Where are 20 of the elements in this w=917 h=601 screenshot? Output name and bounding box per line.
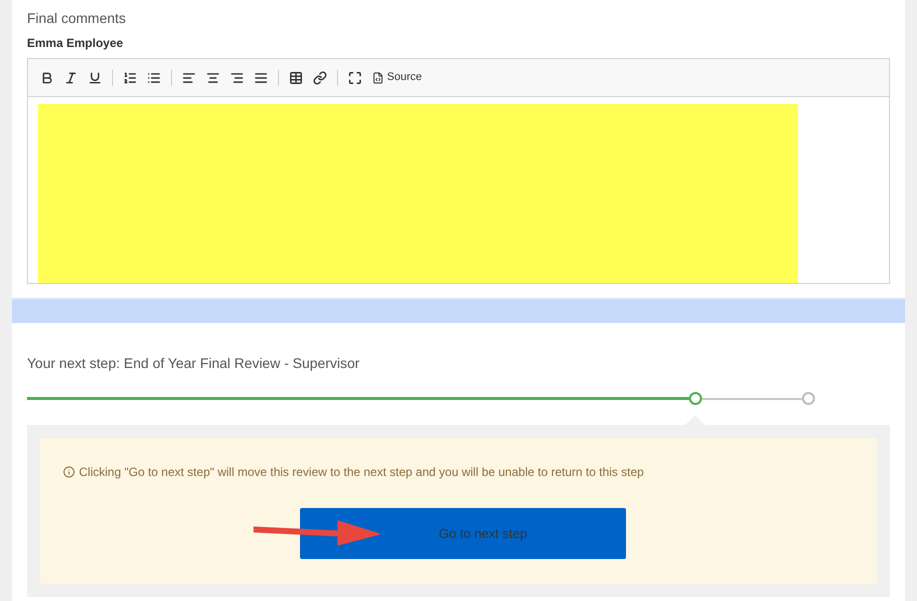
maximize-icon[interactable]: [348, 70, 362, 84]
table-icon[interactable]: [289, 70, 303, 84]
italic-icon[interactable]: [64, 70, 78, 84]
section-title: Final comments: [27, 9, 127, 28]
info-icon: [63, 466, 75, 478]
source-button[interactable]: Source: [372, 69, 422, 86]
align-left-icon[interactable]: [182, 70, 196, 84]
bold-icon[interactable]: [40, 70, 54, 84]
underline-icon[interactable]: [88, 70, 102, 84]
align-right-icon[interactable]: [230, 70, 244, 84]
numbered-list-icon[interactable]: [123, 70, 137, 84]
author-name: Emma Employee: [27, 35, 124, 52]
notice-text: Clicking "Go to next step" will move this review to the next step and you will be unable to return to this step: [79, 464, 644, 481]
link-icon[interactable]: [313, 70, 327, 84]
rich-text-editor[interactable]: Source: [27, 58, 890, 284]
source-icon: [372, 72, 384, 84]
bullet-list-icon[interactable]: [147, 70, 161, 84]
align-center-icon[interactable]: [206, 70, 220, 84]
next-step-title: Your next step: End of Year Final Review - Supervisor: [27, 354, 361, 373]
justify-icon[interactable]: [254, 70, 268, 84]
